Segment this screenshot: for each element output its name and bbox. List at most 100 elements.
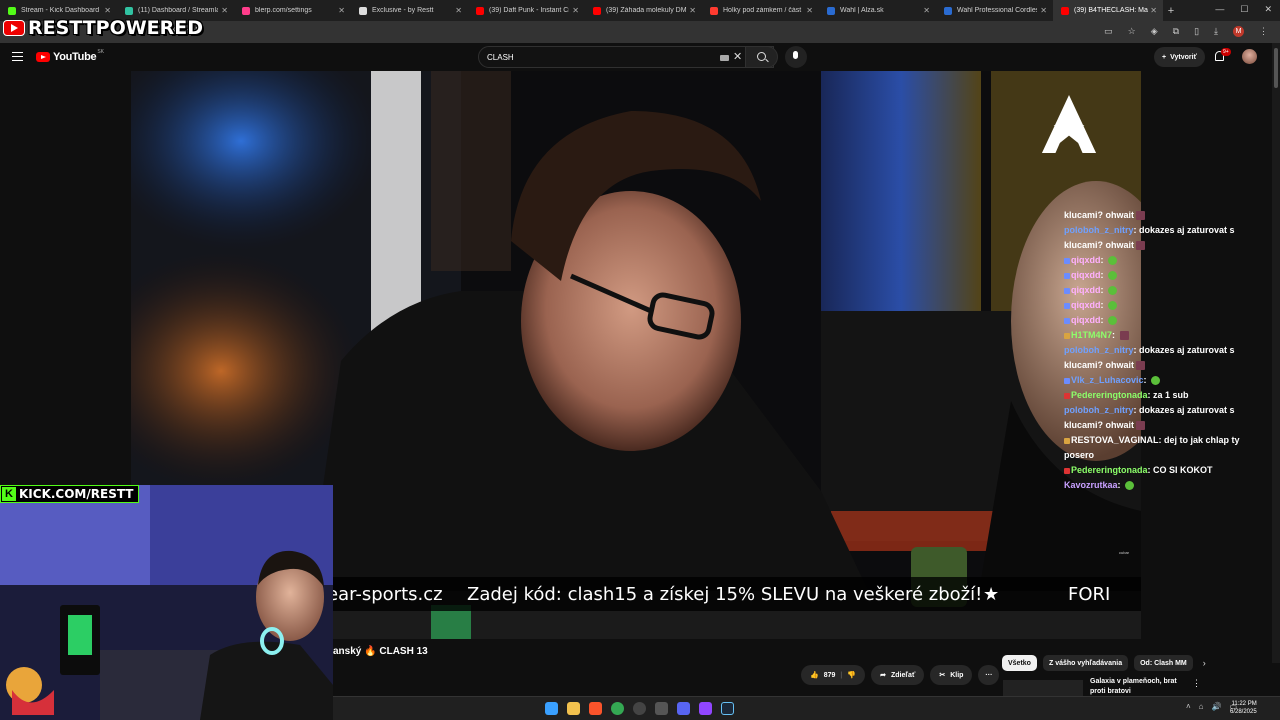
youtube-logo[interactable]: YouTube SK — [36, 49, 104, 63]
tab-close-icon[interactable]: ✕ — [338, 6, 345, 15]
chat-message: qiqxdd: — [1064, 313, 1264, 328]
chat-badge-icon — [1064, 302, 1070, 309]
chat-username: Pedereringtonada — [1071, 465, 1148, 475]
chat-message: klucami? ohwait — [1064, 358, 1264, 373]
kick-url-text: KICK.COM/RESTT — [19, 487, 134, 501]
thumbs-down-icon[interactable]: 👎 — [847, 671, 856, 679]
sidebar-icon[interactable]: ▯ — [1194, 26, 1199, 37]
tab-close-icon[interactable]: ✕ — [923, 6, 930, 15]
extension-icon[interactable]: ◈ — [1151, 26, 1158, 37]
browser-tab[interactable]: (39) Záhada molekuly DMT a✕ — [585, 0, 702, 21]
chat-message: qiqxdd: — [1064, 268, 1264, 283]
search-button[interactable] — [745, 46, 778, 68]
account-avatar[interactable] — [1242, 49, 1257, 64]
browser-tab[interactable]: (39) Daft Punk - Instant Crush✕ — [468, 0, 585, 21]
chip-from-channel[interactable]: Od: Clash MM — [1134, 655, 1193, 671]
more-icon: ··· — [985, 671, 993, 679]
create-button[interactable]: + Vytvoriť — [1154, 47, 1205, 67]
youtube-header: YouTube SK CLASH ✕ + Vytvoriť 9+ — [0, 43, 1280, 71]
share-button[interactable]: ➦ Zdieľať — [871, 665, 925, 685]
chat-text: dej to jak chlap ty — [1164, 435, 1240, 445]
tab-close-icon[interactable]: ✕ — [1040, 6, 1047, 15]
clear-search-icon[interactable]: ✕ — [733, 50, 742, 63]
tab-close-icon[interactable]: ✕ — [1150, 6, 1157, 15]
maximize-icon[interactable]: ☐ — [1240, 4, 1248, 15]
windows-start-icon[interactable] — [545, 702, 558, 715]
new-tab-icon[interactable]: + — [1163, 5, 1179, 17]
chat-emote-icon — [1108, 271, 1117, 281]
close-window-icon[interactable]: ✕ — [1264, 4, 1272, 15]
tab-close-icon[interactable]: ✕ — [104, 6, 111, 15]
recommended-video-title[interactable]: Galaxia v plameňoch, brat proti bratovi — [1090, 677, 1190, 697]
clip-button[interactable]: ✂ Klip — [930, 665, 973, 685]
network-icon[interactable]: ⌂ — [1199, 702, 1204, 711]
chat-username: Vlk_z_Luhacovic — [1071, 375, 1144, 385]
tab-close-icon[interactable]: ✕ — [572, 6, 579, 15]
download-icon[interactable]: ⤓ — [1214, 26, 1218, 37]
tab-favicon-icon — [125, 6, 133, 15]
app-icon[interactable] — [655, 702, 668, 715]
tab-close-icon[interactable]: ✕ — [221, 6, 228, 15]
browser-tab[interactable]: (39) B4THECLASH: Ma ✕ — [1053, 0, 1163, 21]
browser-tab[interactable]: Wahl Professional Cordless De✕ — [936, 0, 1053, 21]
browser-tab[interactable]: Wahl | Alza.sk ✕ — [819, 0, 936, 21]
cast-icon[interactable]: ▭ — [1104, 26, 1113, 37]
like-button[interactable]: 👍 879 | 👎 — [801, 665, 866, 685]
chevron-up-icon[interactable]: ˄ — [1186, 702, 1191, 711]
tab-close-icon[interactable]: ✕ — [455, 6, 462, 15]
tab-title: (39) Záhada molekuly DMT a — [606, 7, 686, 14]
tab-title: blerp.com/settings — [255, 7, 312, 14]
chat-emote-icon — [1108, 286, 1117, 296]
obs-icon[interactable] — [633, 702, 646, 715]
volume-icon[interactable]: 🔊 — [1212, 702, 1222, 711]
chip-from-search[interactable]: Z vášho vyhľadávania — [1042, 655, 1129, 671]
steam-icon[interactable] — [721, 702, 734, 715]
like-count: 879 — [823, 671, 836, 679]
tab-title: Holky pod zámkem / část 1 — [723, 7, 803, 14]
browser-menu-icon[interactable]: ⋮ — [1259, 26, 1268, 37]
tab-favicon-icon — [944, 6, 952, 15]
tab-favicon-icon — [242, 6, 250, 15]
tab-close-icon[interactable]: ✕ — [689, 6, 696, 15]
puzzle-icon[interactable]: ⧉ — [1173, 26, 1179, 37]
chat-message: qiqxdd: — [1064, 253, 1264, 268]
search-input[interactable]: CLASH ✕ — [478, 46, 774, 68]
brave-browser-icon[interactable] — [589, 702, 602, 715]
chip-all[interactable]: Všetko — [1002, 655, 1037, 671]
promo-star-icon: ★ — [983, 584, 1000, 605]
chat-emote-icon — [1125, 481, 1135, 491]
minimize-icon[interactable]: — — [1215, 4, 1224, 15]
bookmark-star-icon[interactable]: ☆ — [1128, 26, 1136, 37]
chat-colon: : — [1112, 330, 1118, 340]
chat-username: RESTOVA_VAGINAL — [1071, 435, 1159, 445]
hamburger-menu-icon[interactable] — [12, 52, 23, 61]
chrome-icon[interactable] — [611, 702, 624, 715]
chat-emote-icon — [1108, 256, 1117, 266]
chat-emote-icon — [1119, 331, 1129, 341]
chat-badge-icon — [1064, 317, 1070, 324]
page-scrollbar[interactable] — [1272, 43, 1280, 663]
chat-message: poloboh_z_nitry: dokazes aj zaturovat s — [1064, 343, 1264, 358]
voice-search-button[interactable] — [785, 46, 807, 68]
browser-tab[interactable]: blerp.com/settings ✕ — [234, 0, 351, 21]
tab-title: (39) Daft Punk - Instant Crush — [489, 7, 569, 14]
profile-avatar[interactable]: M — [1233, 26, 1244, 37]
chat-emote-icon — [1108, 316, 1117, 326]
recommended-more-icon[interactable]: ⋮ — [1192, 678, 1201, 689]
twitch-icon[interactable] — [699, 702, 712, 715]
taskbar-clock[interactable]: 11:22 PM 6/28/2025 — [1230, 700, 1257, 716]
scrollbar-thumb[interactable] — [1274, 48, 1278, 88]
kick-logo-icon: K — [2, 487, 16, 501]
video-watermark: cubar — [1119, 550, 1130, 555]
file-explorer-icon[interactable] — [567, 702, 580, 715]
tab-close-icon[interactable]: ✕ — [806, 6, 813, 15]
create-label: Vytvoriť — [1170, 53, 1197, 61]
keyboard-icon[interactable] — [720, 55, 729, 61]
more-actions-button[interactable]: ··· — [978, 665, 1000, 685]
search-query[interactable]: CLASH — [487, 53, 514, 62]
chat-colon: : — [1100, 315, 1106, 325]
chevron-right-icon[interactable]: › — [1203, 658, 1206, 668]
discord-icon[interactable] — [677, 702, 690, 715]
browser-tab[interactable]: Exclusive - by Restt ✕ — [351, 0, 468, 21]
browser-tab[interactable]: Holky pod zámkem / část 1 ✕ — [702, 0, 819, 21]
